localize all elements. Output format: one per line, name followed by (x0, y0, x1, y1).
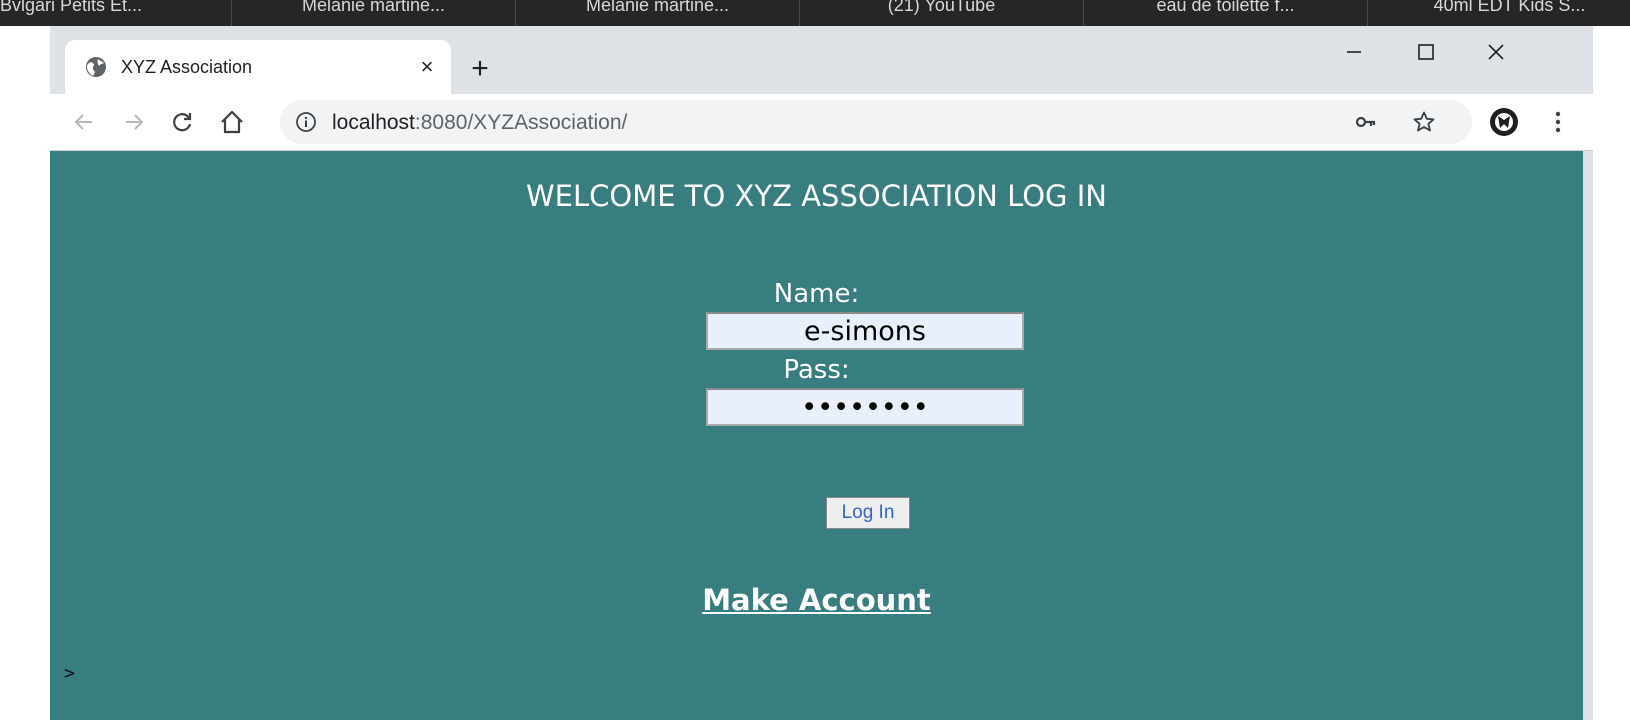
forward-arrow-icon[interactable] (116, 104, 152, 140)
browser-tab[interactable]: XYZ Association × (65, 40, 451, 94)
tab-strip: XYZ Association × + (50, 26, 1593, 94)
minimize-icon[interactable] (1318, 32, 1390, 72)
taskbar-item[interactable]: Melanie martine... (232, 0, 516, 26)
info-icon[interactable] (294, 110, 318, 134)
profile-avatar-icon[interactable] (1488, 106, 1520, 138)
password-input[interactable] (706, 388, 1024, 426)
browser-toolbar: localhost:8080/XYZAssociation/ (50, 94, 1593, 151)
new-tab-button[interactable]: + (463, 52, 497, 86)
page-content: WELCOME TO XYZ ASSOCIATION LOG IN Name: … (50, 151, 1583, 720)
home-icon[interactable] (214, 104, 250, 140)
taskbar-item[interactable]: eau de toilette f... (1084, 0, 1368, 26)
login-button[interactable]: Log In (826, 497, 910, 529)
globe-icon (85, 56, 107, 78)
taskbar-item[interactable]: 40ml EDT Kids S... (1368, 0, 1630, 26)
more-vert-icon[interactable] (1546, 106, 1570, 138)
name-label: Name: (773, 279, 860, 309)
star-icon[interactable] (1412, 110, 1436, 134)
browser-window: XYZ Association × + localhost:8080/XYZAs… (50, 26, 1593, 720)
key-icon[interactable] (1354, 110, 1378, 134)
url-text[interactable]: localhost:8080/XYZAssociation/ (332, 111, 627, 135)
stray-text: > (64, 663, 75, 684)
taskbar-item[interactable]: Melanie martine... (516, 0, 800, 26)
url-host: localhost (332, 111, 415, 134)
reload-icon[interactable] (164, 104, 200, 140)
window-close-icon[interactable] (1460, 32, 1532, 72)
make-account-link[interactable]: Make Account (50, 583, 1583, 617)
pass-label: Pass: (783, 355, 850, 385)
tab-title: XYZ Association (121, 56, 253, 77)
maximize-icon[interactable] (1390, 32, 1462, 72)
taskbar-item[interactable]: (21) YouTube (800, 0, 1084, 26)
os-taskbar: Bvlgari Petits Et... Melanie martine... … (0, 0, 1630, 26)
back-arrow-icon[interactable] (66, 104, 102, 140)
name-input[interactable] (706, 312, 1024, 350)
url-path: :8080/XYZAssociation/ (414, 111, 628, 134)
close-icon[interactable]: × (413, 53, 441, 81)
page-title: WELCOME TO XYZ ASSOCIATION LOG IN (526, 179, 1107, 213)
taskbar-item[interactable]: Bvlgari Petits Et... (0, 0, 232, 26)
address-bar[interactable]: localhost:8080/XYZAssociation/ (280, 100, 1472, 144)
